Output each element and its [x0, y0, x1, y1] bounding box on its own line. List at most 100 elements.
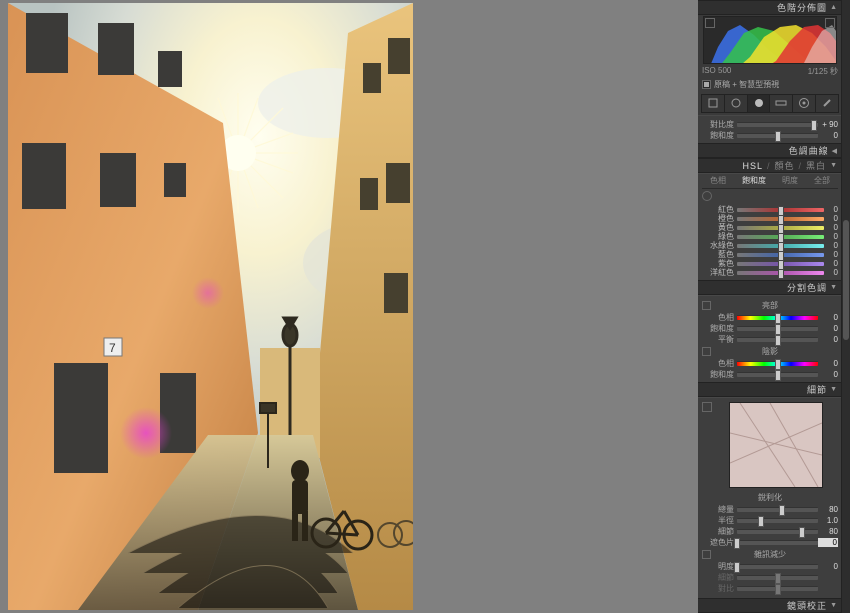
checkbox-icon[interactable]: [702, 80, 711, 89]
histogram[interactable]: [703, 16, 837, 64]
slider-thumb[interactable]: [775, 359, 781, 370]
hsl-subtab-0[interactable]: 色相: [710, 175, 726, 186]
slider-track[interactable]: [737, 372, 818, 377]
slider-track[interactable]: [737, 361, 818, 366]
tool-redeye[interactable]: [748, 95, 771, 112]
slider-value[interactable]: 0: [818, 131, 838, 140]
slider-track[interactable]: [737, 122, 818, 127]
slider-thumb[interactable]: [734, 562, 740, 573]
canvas-area[interactable]: 7: [0, 0, 698, 613]
slider-track[interactable]: [737, 315, 818, 320]
slider-thumb[interactable]: [811, 120, 817, 131]
hsl-tab-bw[interactable]: 黑白: [806, 159, 826, 172]
slider-thumb[interactable]: [758, 516, 764, 527]
hsl-track[interactable]: [737, 226, 824, 230]
histogram-header[interactable]: 色階分佈圖▲: [698, 0, 842, 15]
hsl-subtab-3[interactable]: 全部: [814, 175, 830, 186]
slider-value[interactable]: 0: [818, 324, 838, 333]
slider-value[interactable]: 0: [818, 538, 838, 547]
slider-thumb[interactable]: [775, 370, 781, 381]
hsl-track[interactable]: [737, 271, 824, 275]
slider-thumb[interactable]: [734, 538, 740, 549]
hsl-track[interactable]: [737, 217, 824, 221]
tool-radial[interactable]: [793, 95, 816, 112]
slider-value[interactable]: + 90: [818, 120, 838, 129]
slider-track[interactable]: [737, 133, 818, 138]
hsl-value[interactable]: 0: [824, 205, 838, 214]
tool-strip: [701, 94, 839, 113]
lens-corr-header[interactable]: 鏡頭校正▼: [698, 598, 842, 613]
slider-thumb[interactable]: [779, 505, 785, 516]
hsl-value[interactable]: 0: [824, 223, 838, 232]
slider-thumb[interactable]: [775, 313, 781, 324]
slider-value[interactable]: 0: [818, 313, 838, 322]
detail-title: 細節: [807, 383, 827, 396]
slider-thumb[interactable]: [775, 335, 781, 346]
detail-toggle-icon[interactable]: [702, 402, 712, 412]
hsl-track[interactable]: [737, 244, 824, 248]
hsl-value[interactable]: 0: [824, 259, 838, 268]
tool-grad[interactable]: [770, 95, 793, 112]
detail-section: 銳利化 總量80半徑1.0細節80遮色片0 雜訊減少 明度0細節對比: [698, 397, 842, 598]
clip-highlights-icon[interactable]: [825, 18, 835, 28]
tool-spot[interactable]: [725, 95, 748, 112]
split-tone-header[interactable]: 分割色調▼: [698, 280, 842, 295]
slider-track[interactable]: [737, 564, 818, 569]
slider-track[interactable]: [737, 529, 818, 534]
tool-crop[interactable]: [702, 95, 725, 112]
slider-thumb[interactable]: [775, 131, 781, 142]
slider-track[interactable]: [737, 540, 818, 545]
slider-label: 飽和度: [702, 130, 737, 141]
slider-thumb[interactable]: [775, 324, 781, 335]
chevron-left-icon: ◀: [832, 147, 838, 155]
hsl-value[interactable]: 0: [824, 214, 838, 223]
slider-thumb[interactable]: [775, 573, 781, 584]
hsl-value[interactable]: 0: [824, 241, 838, 250]
panel-scrollbar[interactable]: [841, 0, 850, 613]
detail-preview[interactable]: [729, 402, 823, 488]
hsl-track[interactable]: [737, 235, 824, 239]
smart-preview-row[interactable]: 原稿 + 智慧型預視: [698, 77, 842, 92]
hsl-tab-hsl[interactable]: HSL: [742, 161, 763, 171]
hsl-header[interactable]: HSL / 顏色 / 黑白 ▼: [698, 158, 842, 173]
tone-curve-header[interactable]: 色調曲線◀: [698, 143, 842, 158]
slider-track[interactable]: [737, 586, 818, 591]
slider-value[interactable]: 1.0: [818, 516, 838, 525]
slider-value[interactable]: 80: [818, 527, 838, 536]
color-swatch[interactable]: [702, 301, 711, 310]
detail-header[interactable]: 細節▼: [698, 382, 842, 397]
slider-色相: 色相0: [702, 312, 838, 322]
slider-value[interactable]: 0: [818, 335, 838, 344]
slider-label: 對比: [702, 583, 737, 594]
slider-track[interactable]: [737, 575, 818, 580]
hsl-track[interactable]: [737, 253, 824, 257]
slider-value[interactable]: 0: [818, 359, 838, 368]
slider-track[interactable]: [737, 507, 818, 512]
slider-value[interactable]: 0: [818, 562, 838, 571]
slider-thumb[interactable]: [799, 527, 805, 538]
slider-thumb[interactable]: [775, 584, 781, 595]
nr-toggle-icon[interactable]: [702, 550, 711, 559]
hsl-track[interactable]: [737, 262, 824, 266]
hsl-tab-color[interactable]: 顏色: [775, 159, 795, 172]
clip-shadows-icon[interactable]: [705, 18, 715, 28]
color-swatch[interactable]: [702, 347, 711, 356]
photo-preview[interactable]: 7: [8, 3, 413, 610]
slider-細節: 細節: [702, 572, 838, 582]
hsl-value[interactable]: 0: [824, 232, 838, 241]
scrollbar-thumb[interactable]: [843, 220, 849, 340]
hsl-value[interactable]: 0: [824, 250, 838, 259]
slider-track[interactable]: [737, 326, 818, 331]
tool-brush[interactable]: [816, 95, 838, 112]
hsl-subtab-2[interactable]: 明度: [782, 175, 798, 186]
target-adjust-icon[interactable]: [702, 191, 712, 201]
slider-track[interactable]: [737, 518, 818, 523]
slider-track[interactable]: [737, 337, 818, 342]
hsl-subtab-1[interactable]: 飽和度: [742, 175, 766, 186]
hsl-track[interactable]: [737, 208, 824, 212]
hsl-value[interactable]: 0: [824, 268, 838, 277]
slider-對比: 對比: [702, 583, 838, 593]
slider-value[interactable]: 0: [818, 370, 838, 379]
slider-value[interactable]: 80: [818, 505, 838, 514]
hsl-thumb[interactable]: [778, 269, 784, 279]
